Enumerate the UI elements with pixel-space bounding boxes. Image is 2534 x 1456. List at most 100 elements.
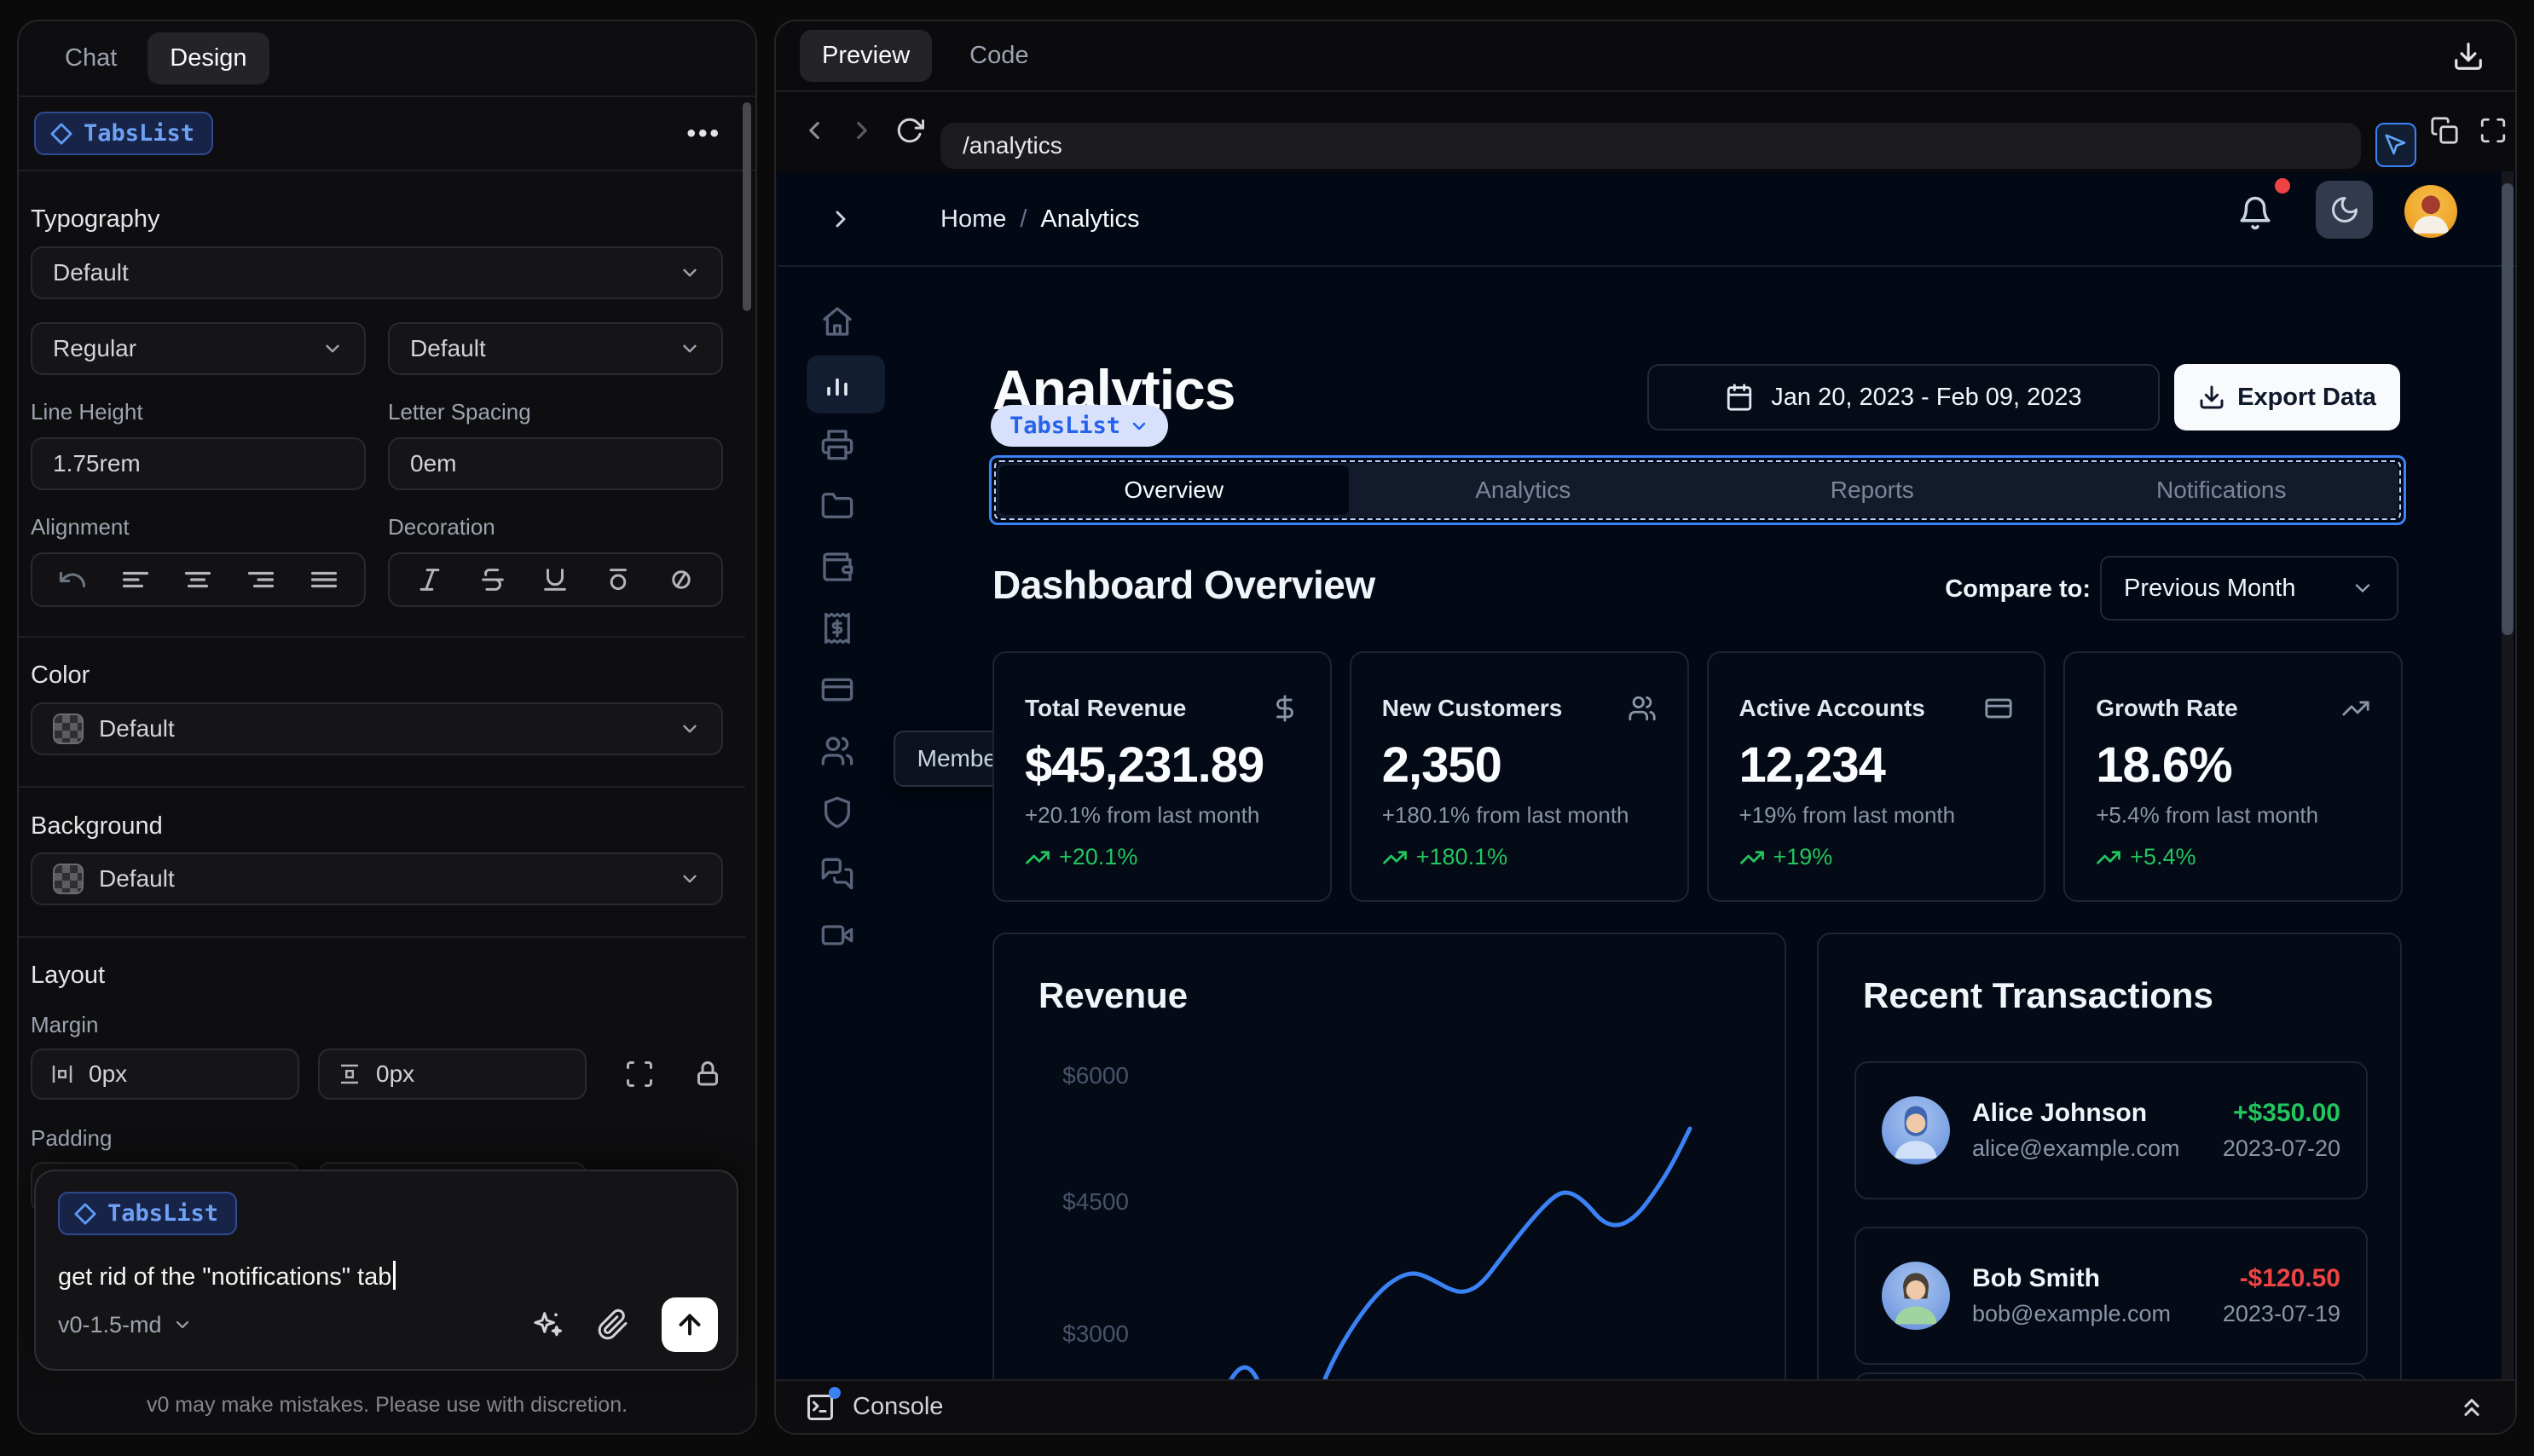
background-select[interactable]: Default [31,852,723,905]
reset-align-icon[interactable] [57,564,88,595]
color-swatch-icon [53,714,84,744]
tab-preview[interactable]: Preview [800,30,933,82]
console-label: Console [853,1393,944,1420]
letter-spacing-input[interactable]: 0em [388,437,723,490]
theme-toggle[interactable] [2316,181,2373,239]
browser-bar: /analytics [776,92,2515,171]
compare-select[interactable]: Previous Month [2100,556,2398,621]
moon-icon [2331,197,2358,222]
paperclip-icon[interactable] [597,1309,629,1341]
padding-label: Padding [31,1125,113,1151]
folder-icon[interactable] [820,488,854,523]
transaction-row[interactable]: Alice Johnson alice@example.com +$350.00… [1854,1061,2368,1199]
transaction-row[interactable]: Bob Smith bob@example.com -$120.50 2023-… [1854,1227,2368,1365]
tab-overview[interactable]: Overview [999,465,1349,515]
sidebar-expand-icon[interactable] [827,205,854,233]
selected-element-chip[interactable]: TabsList [34,112,214,155]
tab-design[interactable]: Design [148,32,269,84]
console-bar[interactable]: Console [776,1379,2515,1433]
margin-vertical-icon [341,1064,358,1084]
alignment-label: Alignment [31,514,130,540]
font-select[interactable]: Default [31,246,723,299]
font-size-select[interactable]: Default [388,322,723,375]
font-weight-select[interactable]: Regular [31,322,366,375]
underline-icon[interactable] [541,565,570,594]
context-chip[interactable]: TabsList [58,1192,238,1235]
url-input[interactable]: /analytics [940,123,2361,169]
align-right-icon[interactable] [246,564,276,595]
tabslist-overlay-chip[interactable]: TabsList [991,405,1169,447]
color-select[interactable]: Default [31,702,723,755]
revenue-line-chart [1226,1126,1692,1383]
user-avatar[interactable] [2404,185,2457,238]
italic-icon[interactable] [415,565,444,594]
receipt-icon[interactable] [820,611,854,645]
video-icon[interactable] [820,918,854,952]
fullscreen-icon[interactable] [2479,116,2508,145]
breadcrumb-home[interactable]: Home [940,205,1006,234]
color-heading: Color [31,662,90,689]
margin-x-input[interactable]: 0px [31,1049,299,1100]
line-height-input[interactable]: 1.75rem [31,437,366,490]
avatar-person [2413,195,2449,234]
avatar [1882,1096,1950,1164]
section-title: Dashboard Overview [992,563,1375,607]
letter-spacing-label: Letter Spacing [388,399,531,425]
margin-y-input[interactable]: 0px [318,1049,587,1100]
align-justify-icon[interactable] [309,564,339,595]
breadcrumb-current[interactable]: Analytics [1040,205,1139,234]
messages-icon[interactable] [820,857,854,891]
panel-tabs: Chat Design [19,21,755,97]
download-icon[interactable] [2452,40,2485,72]
tab-reports[interactable]: Reports [1698,465,2047,515]
model-selector[interactable]: v0-1.5-md [58,1312,193,1338]
panel-scrollbar[interactable] [743,102,751,311]
users-icon[interactable] [820,734,854,768]
tab-code[interactable]: Code [947,30,1050,82]
preview-scroll-thumb[interactable] [2502,183,2514,635]
margin-label: Margin [31,1012,99,1037]
expand-margin-icon[interactable] [624,1059,655,1089]
refresh-icon[interactable] [895,116,924,145]
chat-composer[interactable]: TabsList get rid of the "notifications" … [34,1170,738,1371]
design-selection-outline: Overview Analytics Reports Notifications [989,455,2406,525]
trending-up-icon [1739,850,1764,864]
sparkles-icon[interactable] [530,1308,564,1342]
dollar-icon [1276,695,1293,722]
design-mode-button[interactable] [2375,123,2416,167]
bar-chart-icon[interactable] [820,366,854,400]
breadcrumb-separator: / [1020,205,1027,233]
back-icon[interactable] [800,116,829,145]
align-center-icon[interactable] [182,564,213,595]
printer-icon[interactable] [820,427,854,461]
tab-analytics[interactable]: Analytics [1349,465,1698,515]
disclaimer-text: v0 may make mistakes. Please use with di… [146,1393,628,1417]
tab-chat[interactable]: Chat [43,32,139,84]
chevron-down-icon [176,1320,188,1329]
overline-icon[interactable] [604,565,633,594]
stats-row: Total Revenue $45,231.89 +20.1% from las… [992,651,2403,902]
selection-row: TabsList ••• [19,97,755,171]
chevron-down-icon [683,344,697,353]
credit-card-icon[interactable] [820,673,854,707]
forward-icon[interactable] [848,116,876,145]
bell-icon[interactable] [2237,195,2273,231]
chevron-down-icon [326,344,339,353]
no-decoration-icon[interactable] [667,565,696,594]
align-left-icon[interactable] [120,564,151,595]
tab-notifications[interactable]: Notifications [2047,465,2397,515]
date-range-button[interactable]: Jan 20, 2023 - Feb 09, 2023 [1647,364,2160,430]
home-icon[interactable] [820,304,854,338]
lock-margin-icon[interactable] [692,1059,723,1089]
wallet-icon[interactable] [820,550,854,584]
more-menu-button[interactable]: ••• [686,119,721,148]
chat-input[interactable]: get rid of the "notifications" tab [58,1261,714,1291]
chevron-down-icon [683,875,697,883]
strikethrough-icon[interactable] [478,565,507,594]
export-data-button[interactable]: Export Data [2174,364,2400,430]
chevrons-up-icon[interactable] [2457,1393,2486,1422]
copy-icon[interactable] [2430,116,2459,145]
send-button[interactable] [662,1297,718,1352]
shield-icon[interactable] [820,795,854,829]
preview-panel: Preview Code /analytics Home / Analytics [774,20,2517,1435]
